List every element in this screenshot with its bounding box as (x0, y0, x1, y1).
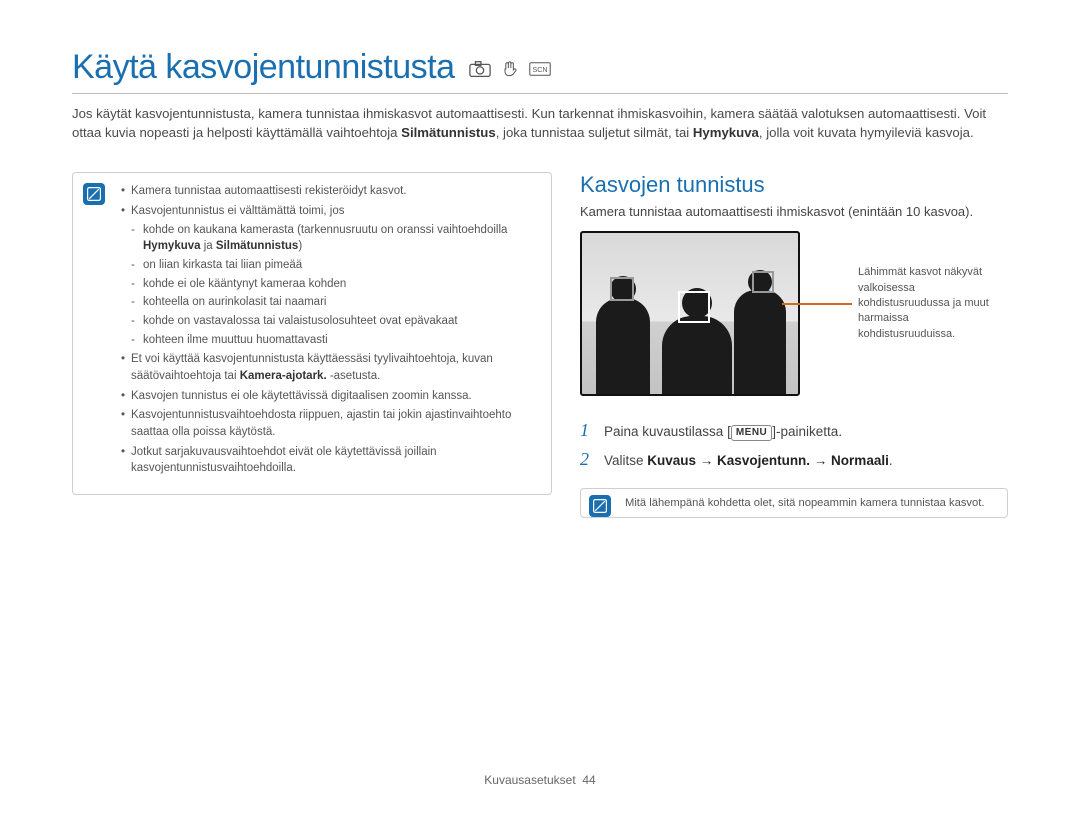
person-silhouette (662, 316, 732, 394)
hand-mode-icon (499, 60, 521, 78)
step-text: Paina kuvaustilassa [MENU]-painiketta. (604, 424, 842, 441)
step-item: 2 Valitse Kuvaus → Kasvojentunn. → Norma… (580, 449, 1008, 470)
title-mode-icons: SCN (469, 60, 551, 82)
tip-box: Mitä lähempänä kohdetta olet, sitä nopea… (580, 488, 1008, 518)
person-silhouette (734, 290, 786, 394)
note-subitem: kohteen ilme muuttuu huomattavasti (131, 332, 537, 349)
intro-paragraph: Jos käytät kasvojentunnistusta, kamera t… (72, 104, 1008, 142)
tip-text: Mitä lähempänä kohdetta olet, sitä nopea… (625, 497, 984, 509)
svg-text:SCN: SCN (532, 67, 547, 74)
camera-preview-frame (580, 231, 800, 396)
note-subitem: kohde on vastavalossa tai valaistusolosu… (131, 313, 537, 330)
focus-box-secondary (610, 277, 634, 301)
section-subtext: Kamera tunnistaa automaattisesti ihmiska… (580, 204, 1008, 219)
note-item: Kasvojentunnistus ei välttämättä toimi, … (121, 203, 537, 348)
note-subitem: on liian kirkasta tai liian pimeää (131, 257, 537, 274)
note-item: Jotkut sarjakuvausvaihtoehdot eivät ole … (121, 444, 537, 477)
focus-box-secondary (752, 271, 774, 293)
note-item: Kasvojen tunnistus ei ole käytettävissä … (121, 388, 537, 405)
step-text: Valitse Kuvaus → Kasvojentunn. → Normaal… (604, 453, 893, 468)
step-number: 2 (580, 449, 594, 470)
step-item: 1 Paina kuvaustilassa [MENU]-painiketta. (580, 420, 1008, 441)
face-detect-figure: Lähimmät kasvot näkyvät valkoisessa kohd… (580, 231, 1008, 396)
section-heading: Kasvojen tunnistus (580, 172, 1008, 198)
note-subitem: kohde on kaukana kamerasta (tarkennusruu… (131, 222, 537, 255)
page-footer: Kuvausasetukset 44 (0, 773, 1080, 787)
camera-mode-icon (469, 60, 491, 78)
step-number: 1 (580, 420, 594, 441)
note-subitem: kohde ei ole kääntynyt kameraa kohden (131, 276, 537, 293)
steps-list: 1 Paina kuvaustilassa [MENU]-painiketta.… (580, 420, 1008, 470)
person-silhouette (596, 298, 650, 394)
note-icon (83, 183, 105, 205)
scene-mode-icon: SCN (529, 60, 551, 78)
note-box: Kamera tunnistaa automaattisesti rekiste… (72, 172, 552, 495)
note-item: Kamera tunnistaa automaattisesti rekiste… (121, 183, 537, 200)
note-item: Kasvojentunnistusvaihtoehdosta riippuen,… (121, 407, 537, 440)
note-subitem: kohteella on aurinkolasit tai naamari (131, 294, 537, 311)
note-icon (589, 495, 611, 517)
page-title-row: Käytä kasvojentunnistusta SCN (72, 48, 1008, 94)
menu-button-label: MENU (731, 425, 772, 441)
callout-leader-line (782, 303, 852, 305)
focus-box-primary (678, 291, 710, 323)
page-title: Käytä kasvojentunnistusta (72, 48, 455, 87)
note-item: Et voi käyttää kasvojentunnistusta käytt… (121, 351, 537, 384)
figure-callout: Lähimmät kasvot näkyvät valkoisessa kohd… (858, 265, 1008, 342)
